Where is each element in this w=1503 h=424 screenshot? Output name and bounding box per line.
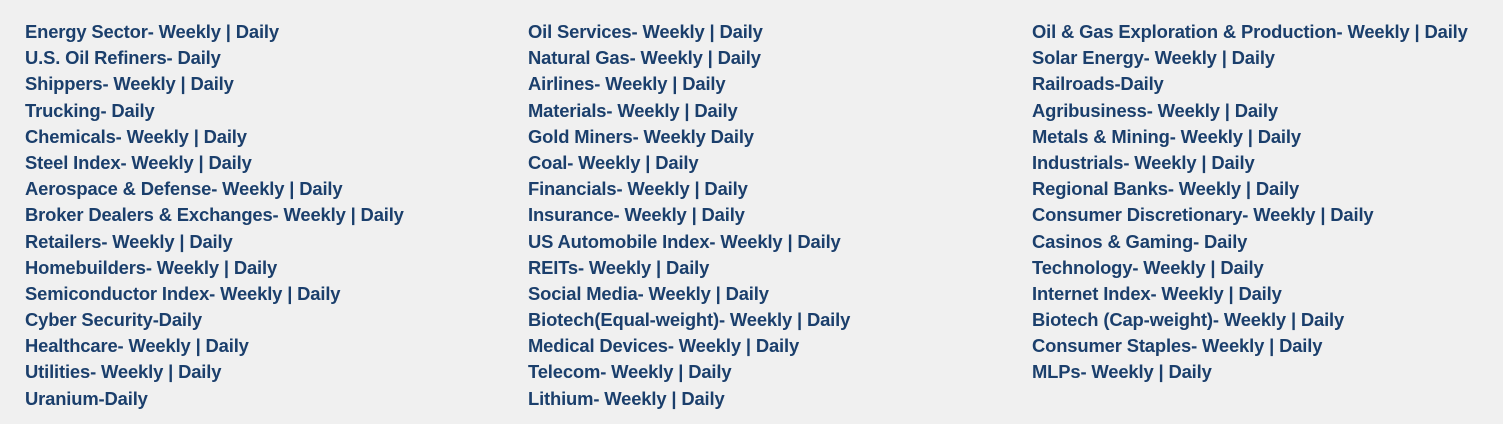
sector-link[interactable]: Coal- Weekly | Daily [528,150,850,176]
sector-link[interactable]: REITs- Weekly | Daily [528,255,850,281]
sector-link[interactable]: Natural Gas- Weekly | Daily [528,45,850,71]
sector-link[interactable]: MLPs- Weekly | Daily [1032,359,1468,385]
sector-link[interactable]: Uranium-Daily [25,386,404,412]
sector-link[interactable]: US Automobile Index- Weekly | Daily [528,229,850,255]
sector-link-list: Energy Sector- Weekly | Daily U.S. Oil R… [0,0,1503,424]
sector-link[interactable]: Materials- Weekly | Daily [528,98,850,124]
sector-link[interactable]: Solar Energy- Weekly | Daily [1032,45,1468,71]
sector-link[interactable]: Social Media- Weekly | Daily [528,281,850,307]
sector-link[interactable]: Biotech (Cap-weight)- Weekly | Daily [1032,307,1468,333]
sector-link[interactable]: Biotech(Equal-weight)- Weekly | Daily [528,307,850,333]
sector-link[interactable]: Lithium- Weekly | Daily [528,386,850,412]
sector-link[interactable]: Homebuilders- Weekly | Daily [25,255,404,281]
sector-column-3: Oil & Gas Exploration & Production- Week… [1032,19,1468,386]
sector-link[interactable]: Oil & Gas Exploration & Production- Week… [1032,19,1468,45]
sector-link[interactable]: Technology- Weekly | Daily [1032,255,1468,281]
sector-link[interactable]: U.S. Oil Refiners- Daily [25,45,404,71]
sector-column-2: Oil Services- Weekly | Daily Natural Gas… [528,19,850,412]
sector-link[interactable]: Broker Dealers & Exchanges- Weekly | Dai… [25,202,404,228]
sector-link[interactable]: Healthcare- Weekly | Daily [25,333,404,359]
sector-link[interactable]: Casinos & Gaming- Daily [1032,229,1468,255]
sector-link[interactable]: Consumer Staples- Weekly | Daily [1032,333,1468,359]
sector-link[interactable]: Financials- Weekly | Daily [528,176,850,202]
sector-link[interactable]: Chemicals- Weekly | Daily [25,124,404,150]
sector-link[interactable]: Insurance- Weekly | Daily [528,202,850,228]
sector-link[interactable]: Railroads-Daily [1032,71,1468,97]
sector-link[interactable]: Retailers- Weekly | Daily [25,229,404,255]
sector-link[interactable]: Regional Banks- Weekly | Daily [1032,176,1468,202]
sector-link[interactable]: Agribusiness- Weekly | Daily [1032,98,1468,124]
sector-link[interactable]: Energy Sector- Weekly | Daily [25,19,404,45]
sector-link[interactable]: Utilities- Weekly | Daily [25,359,404,385]
sector-link[interactable]: Medical Devices- Weekly | Daily [528,333,850,359]
sector-link[interactable]: Cyber Security-Daily [25,307,404,333]
sector-link[interactable]: Gold Miners- Weekly Daily [528,124,850,150]
sector-column-1: Energy Sector- Weekly | Daily U.S. Oil R… [25,19,404,412]
sector-link[interactable]: Consumer Discretionary- Weekly | Daily [1032,202,1468,228]
sector-link[interactable]: Oil Services- Weekly | Daily [528,19,850,45]
sector-link[interactable]: Aerospace & Defense- Weekly | Daily [25,176,404,202]
sector-link[interactable]: Airlines- Weekly | Daily [528,71,850,97]
sector-link[interactable]: Metals & Mining- Weekly | Daily [1032,124,1468,150]
sector-link[interactable]: Steel Index- Weekly | Daily [25,150,404,176]
sector-link[interactable]: Telecom- Weekly | Daily [528,359,850,385]
sector-link[interactable]: Internet Index- Weekly | Daily [1032,281,1468,307]
sector-link[interactable]: Semiconductor Index- Weekly | Daily [25,281,404,307]
sector-link[interactable]: Shippers- Weekly | Daily [25,71,404,97]
sector-link[interactable]: Trucking- Daily [25,98,404,124]
sector-link[interactable]: Industrials- Weekly | Daily [1032,150,1468,176]
